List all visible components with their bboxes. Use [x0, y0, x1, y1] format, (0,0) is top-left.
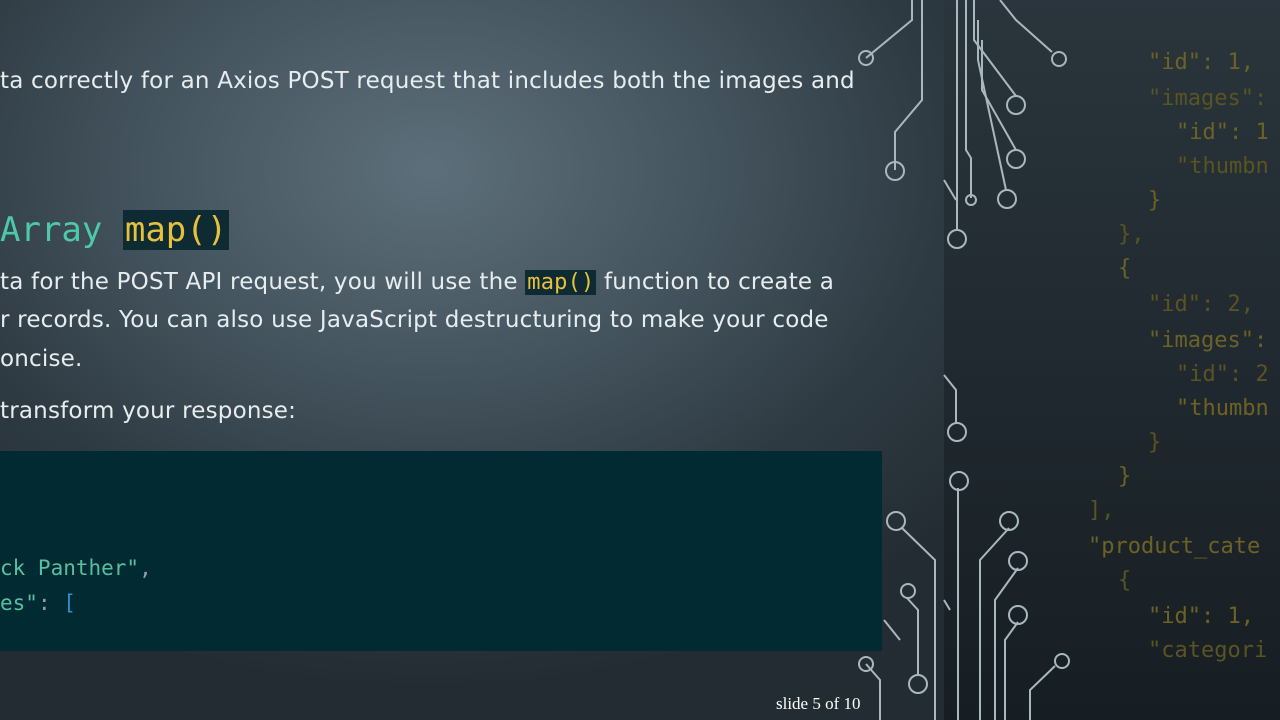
paragraph-line-1-before: ta for the POST API request, you will us…	[0, 269, 518, 295]
code-bracket: [	[63, 591, 76, 615]
decorative-code-panel: "id": 1, "images": "id": 1 "thumbn}}, { "id":…	[944, 0, 1280, 720]
background-code-line: "thumbn	[1176, 154, 1269, 179]
background-code-line: "id": 1	[1176, 120, 1269, 145]
heading-code: map()	[122, 210, 230, 250]
background-code-line: "thumbn	[1176, 396, 1269, 421]
code-line-images: es": [	[0, 591, 76, 615]
code-line-name: ck Panther",	[0, 556, 152, 580]
code-punctuation: :	[37, 591, 51, 615]
intro-text: ta correctly for an Axios POST request t…	[0, 68, 855, 94]
background-code-line: {	[1118, 256, 1132, 281]
code-punctuation: ,	[139, 556, 152, 580]
background-code-line: }	[1148, 430, 1162, 455]
code-string: es"	[0, 591, 38, 615]
background-code-line: }	[1118, 464, 1132, 489]
background-code-line: ],	[1088, 498, 1115, 523]
background-code-line: "id": 1,	[1148, 604, 1254, 629]
background-code-line: },	[1118, 222, 1145, 247]
code-string: ck Panther"	[0, 556, 140, 580]
code-block: ck Panther", es": [	[0, 451, 882, 651]
background-code-line: "images":	[1148, 86, 1268, 111]
background-code-line: "id": 2	[1176, 362, 1269, 387]
transform-instruction: transform your response:	[0, 398, 297, 424]
inline-code-map: map()	[525, 270, 597, 295]
paragraph-line-1-after: function to create a	[604, 269, 835, 295]
background-code-line: "product_cate	[1088, 534, 1261, 559]
slide-indicator: slide 5 of 10	[776, 694, 861, 713]
heading-prefix: Array	[0, 210, 103, 250]
background-code-line: "images":	[1148, 328, 1268, 353]
paragraph-line-3: oncise.	[0, 346, 83, 372]
paragraph-line-2: r records. You can also use JavaScript d…	[0, 307, 829, 333]
background-code-line: }	[1148, 188, 1162, 213]
background-code-line: "categori	[1148, 638, 1268, 663]
background-code-line: "id": 1,	[1148, 50, 1254, 75]
paragraph-line-1: ta for the POST API request, you will us…	[0, 269, 834, 295]
section-heading: Array map()	[0, 210, 230, 250]
background-code-line: {	[1118, 568, 1132, 593]
background-code-line: "id": 2,	[1148, 292, 1254, 317]
slide-content: ta correctly for an Axios POST request t…	[0, 0, 944, 720]
